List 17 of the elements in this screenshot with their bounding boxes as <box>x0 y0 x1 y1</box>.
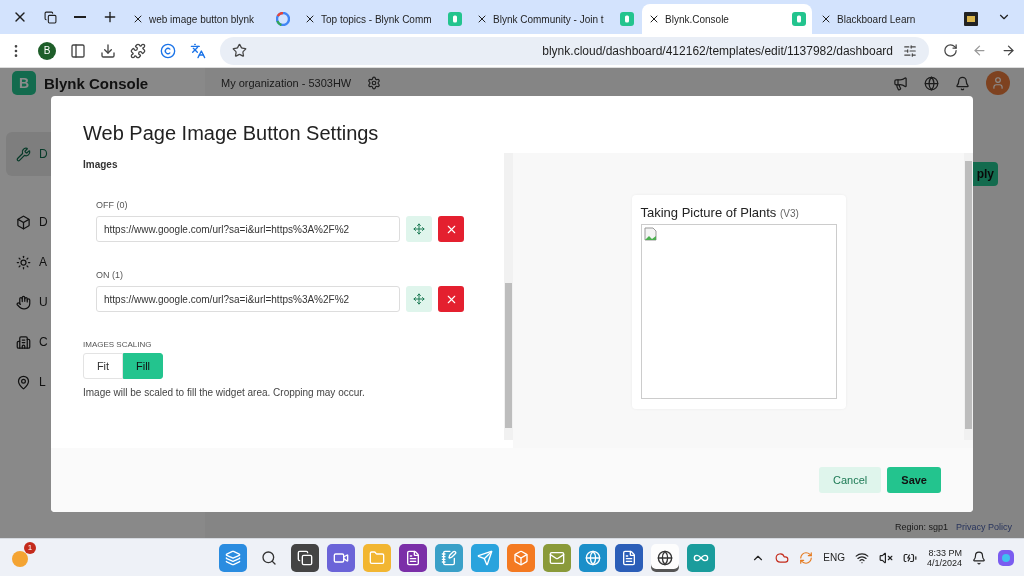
tab-title: Blynk Community - Join t <box>493 13 605 25</box>
scaling-hint: Image will be scaled to fill the widget area. Cropping may occur. <box>83 387 366 398</box>
tab-title: web image button blynk <box>149 13 256 25</box>
notification-badge: 1 <box>24 541 36 554</box>
url-text: blynk.cloud/dashboard/412162/templates/edit/1137982/dashboard <box>541 43 893 58</box>
section-heading: Images <box>83 159 119 170</box>
app-name: Blynk Console <box>44 74 149 92</box>
region-text: Region: sgp1 <box>894 522 948 532</box>
tab-title: Top topics - Blynk Comm <box>321 13 433 25</box>
field-label: OFF (0) <box>96 200 129 210</box>
app-logo: B <box>12 71 36 95</box>
tab-title: Blackboard Learn <box>837 13 917 25</box>
widget-title: Taking Picture of Plants (V3) <box>640 205 800 220</box>
dialog-title: Web Page Image Button Settings <box>82 121 380 146</box>
field-label: ON (1) <box>96 270 124 280</box>
tab-title: Blynk.Console <box>665 13 730 25</box>
scaling-label: IMAGES SCALING <box>83 340 153 349</box>
